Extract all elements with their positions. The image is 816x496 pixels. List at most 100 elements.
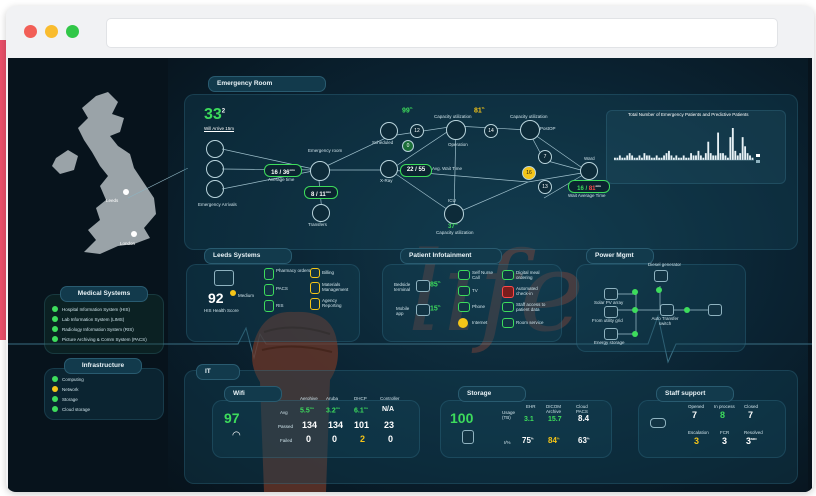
chart-bar: [655, 155, 658, 160]
ris-icon: [264, 300, 274, 312]
storage-col-cloud-pacs: Cloud PACS: [576, 404, 588, 414]
browser-window: life Leeds London Emergency Room 332 Wil…: [6, 6, 814, 492]
chart-bar: [746, 153, 749, 160]
city-label-london: London: [120, 241, 136, 246]
staff-support-title: Staff support: [656, 386, 734, 402]
chart-bar: [707, 141, 710, 160]
staff-fcr-value: 3: [722, 436, 728, 446]
transfer-status-dot: [684, 307, 690, 313]
his-health-dot: [230, 290, 236, 296]
infra-item-storage: Storage: [62, 397, 78, 402]
lims-status-dot: [52, 316, 58, 322]
wifi-col-aruba: Aruba: [326, 396, 339, 401]
pacs-status-dot: [52, 336, 58, 342]
pacs-icon: [264, 284, 274, 296]
chart-bar: [621, 157, 624, 160]
infra-item-cloud: Cloud storage: [62, 407, 91, 412]
icu-icon[interactable]: [444, 204, 464, 224]
wifi-passed-aerohive: 134: [302, 420, 318, 430]
patient-item-staff-access: Staff access to patient data: [516, 302, 546, 312]
staff-col-escalation: Escalation: [688, 430, 709, 435]
staff-closed-value: 7: [748, 410, 754, 420]
icu-percent: 37%: [448, 222, 458, 230]
address-bar[interactable]: [106, 18, 778, 48]
er-avg-time-label: Average time: [268, 177, 295, 182]
wifi-row-passed-label: Passed: [278, 424, 294, 429]
storage-col-usage: Usage (TB): [502, 410, 516, 420]
storage-row2-ehr: 75%: [522, 436, 534, 445]
wifi-avg-dhcp: 6.1ms: [354, 406, 369, 415]
chart-bar: [623, 157, 626, 160]
solar-label: Solar PV array: [594, 300, 624, 305]
xray-icon[interactable]: [380, 160, 398, 178]
ward-icon[interactable]: [580, 162, 598, 180]
bedside-terminal-icon: [416, 280, 430, 292]
wifi-col-dhcp: DHCP: [354, 396, 367, 401]
patient-item-nurse-call: Self Nurse Call: [472, 270, 494, 280]
tv-icon: [458, 286, 470, 296]
chart-bar: [729, 137, 732, 160]
legend-swatch-2: [756, 160, 760, 163]
patient-item-meal: Digital meal ordering: [516, 270, 540, 280]
energy-storage-icon: [604, 328, 618, 340]
transfer-icon[interactable]: [312, 204, 330, 222]
top-percent: 99%: [402, 106, 413, 115]
it-title: IT: [196, 364, 240, 380]
chart-bar: [695, 155, 697, 160]
wifi-failed-aerohive: 0: [306, 434, 312, 444]
wifi-avg-aruba: 3.2ms: [326, 406, 341, 415]
storage-row2-cloud: 63%: [578, 436, 590, 445]
staff-access-icon: [502, 302, 514, 312]
wifi-icon: ◠: [232, 430, 241, 441]
emergency-room-icon[interactable]: [310, 161, 330, 181]
storage-col-dicom: DICOM Archive: [546, 404, 562, 414]
energy-storage-label: Energy storage: [594, 340, 625, 345]
staff-opened-value: 7: [692, 410, 698, 420]
chart-bar: [724, 155, 727, 160]
staff-col-closed: Closed: [744, 404, 759, 409]
city-label-leeds: Leeds: [106, 198, 119, 203]
er-avg-time-pill: 16 / 36min: [264, 164, 302, 177]
wifi-failed-dhcp: 2: [360, 434, 366, 444]
maximize-window-dot[interactable]: [66, 25, 79, 38]
chart-bar: [744, 146, 747, 160]
chart-bar: [697, 150, 700, 160]
chart-bar: [636, 157, 638, 160]
chart-bar: [739, 153, 742, 160]
leeds-item-agency: Agency Reporting: [322, 298, 342, 308]
infrastructure-title: Infrastructure: [64, 358, 142, 374]
emergency-room-title: Emergency Room: [208, 76, 326, 92]
chart-bar: [722, 153, 724, 160]
right-count-1: 7: [538, 150, 552, 164]
sub-count: 0: [402, 140, 414, 152]
icu-label: ICU: [448, 198, 456, 203]
storage-status-dot-infra: [52, 396, 58, 402]
medical-item-pacs: Picture Archiving & Comm System (PACS): [62, 337, 147, 342]
chart-bar: [699, 155, 702, 160]
operation-label: Operation: [448, 142, 468, 147]
staff-escalation-value: 3: [694, 436, 700, 446]
chart-bar: [648, 155, 651, 160]
wifi-avg-aerohive: 5.5ms: [300, 406, 315, 415]
wifi-passed-controller: 23: [384, 420, 395, 430]
infra-item-computing: Computing: [62, 377, 84, 382]
chart-bar: [702, 157, 705, 160]
meal-ordering-icon: [502, 270, 514, 280]
scheduled-icon[interactable]: [380, 122, 398, 140]
chart-bar: [736, 155, 739, 160]
xray-time-label: Avg. Wait Time: [432, 166, 463, 171]
patient-item-room-service: Room service: [516, 320, 544, 325]
chart-bar: [670, 155, 673, 160]
close-window-dot[interactable]: [24, 25, 37, 38]
postop-icon[interactable]: [520, 120, 540, 140]
cloud-status-dot: [52, 406, 58, 412]
operation-icon[interactable]: [446, 120, 466, 140]
staff-col-opened: Opened: [688, 404, 705, 409]
storage-title: Storage: [458, 386, 526, 402]
chart-bar: [614, 157, 616, 160]
chart-bar: [643, 153, 646, 160]
minimize-window-dot[interactable]: [45, 25, 58, 38]
chart-bar: [685, 157, 688, 160]
materials-icon: [310, 282, 320, 294]
scheduled-count: 12: [410, 124, 424, 138]
